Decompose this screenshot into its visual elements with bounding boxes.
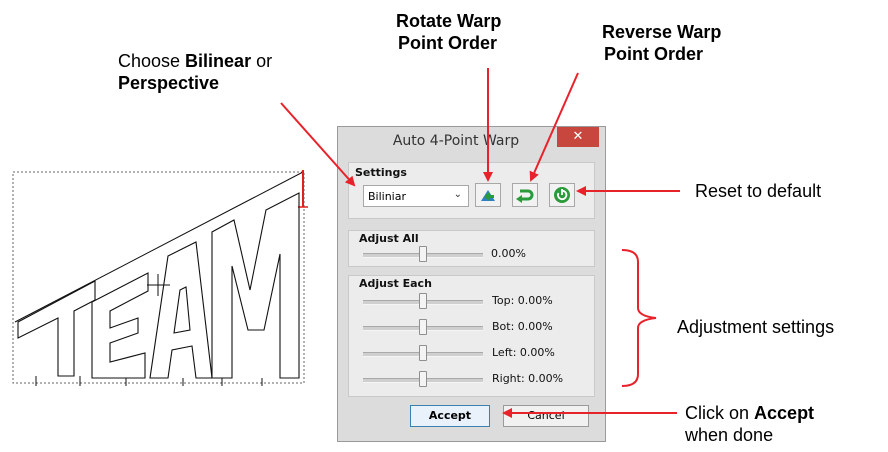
letter-t	[17, 280, 96, 377]
warp-mode-select[interactable]: Biliniar ⌄	[363, 185, 469, 207]
accept-button[interactable]: Accept	[410, 405, 490, 427]
adjust-left-value: Left: 0.00%	[492, 346, 555, 359]
rotate-warp-order-button[interactable]	[475, 183, 501, 207]
adjust-all-slider-thumb[interactable]	[419, 246, 427, 262]
letter-a	[149, 241, 213, 379]
reset-to-default-icon	[554, 187, 570, 203]
letter-e	[91, 272, 149, 379]
cancel-button[interactable]: Cancel	[503, 405, 589, 427]
letter-m	[211, 192, 300, 379]
adjust-right-value: Right: 0.00%	[492, 372, 564, 385]
reverse-warp-order-icon	[516, 189, 534, 203]
callout-choose-mode: Choose Bilinear or Perspective	[118, 51, 273, 93]
callout-reverse: Reverse Warp Point Order	[602, 22, 722, 64]
callout-accept: Click on Accept when done	[685, 403, 815, 445]
callout-reset: Reset to default	[695, 181, 822, 201]
adjust-all-value: 0.00%	[491, 247, 526, 260]
auto-4-point-warp-dialog: Auto 4-Point Warp ✕ Settings Biliniar ⌄	[337, 126, 606, 442]
callout-rotate: Rotate Warp Point Order	[396, 11, 502, 53]
rotate-warp-order-icon	[481, 190, 495, 201]
adjust-right-slider-thumb[interactable]	[419, 371, 427, 387]
reverse-warp-order-button[interactable]	[512, 183, 538, 207]
adjust-bottom-value: Bot: 0.00%	[492, 320, 553, 333]
adjust-each-label: Adjust Each	[359, 277, 432, 290]
settings-group: Settings Biliniar ⌄	[348, 162, 595, 219]
adjust-bottom-slider-thumb[interactable]	[419, 319, 427, 335]
adjust-left-slider-thumb[interactable]	[419, 345, 427, 361]
dialog-title: Auto 4-Point Warp	[392, 133, 520, 149]
settings-label: Settings	[355, 166, 407, 179]
chevron-down-icon: ⌄	[453, 189, 462, 200]
adjust-top-slider-thumb[interactable]	[419, 293, 427, 309]
title-bar: Auto 4-Point Warp ✕	[338, 127, 605, 157]
adjust-top-value: Top: 0.00%	[492, 294, 553, 307]
adjust-all-group: Adjust All 0.00%	[348, 230, 595, 267]
close-button[interactable]: ✕	[557, 127, 599, 147]
reset-to-default-button[interactable]	[549, 183, 575, 207]
warp-top-edge	[14, 171, 304, 323]
callout-adjustment: Adjustment settings	[677, 317, 835, 337]
adjust-all-label: Adjust All	[359, 232, 419, 245]
adjust-each-group: Adjust Each Top: 0.00% Bot: 0.00% Left: …	[348, 275, 595, 397]
